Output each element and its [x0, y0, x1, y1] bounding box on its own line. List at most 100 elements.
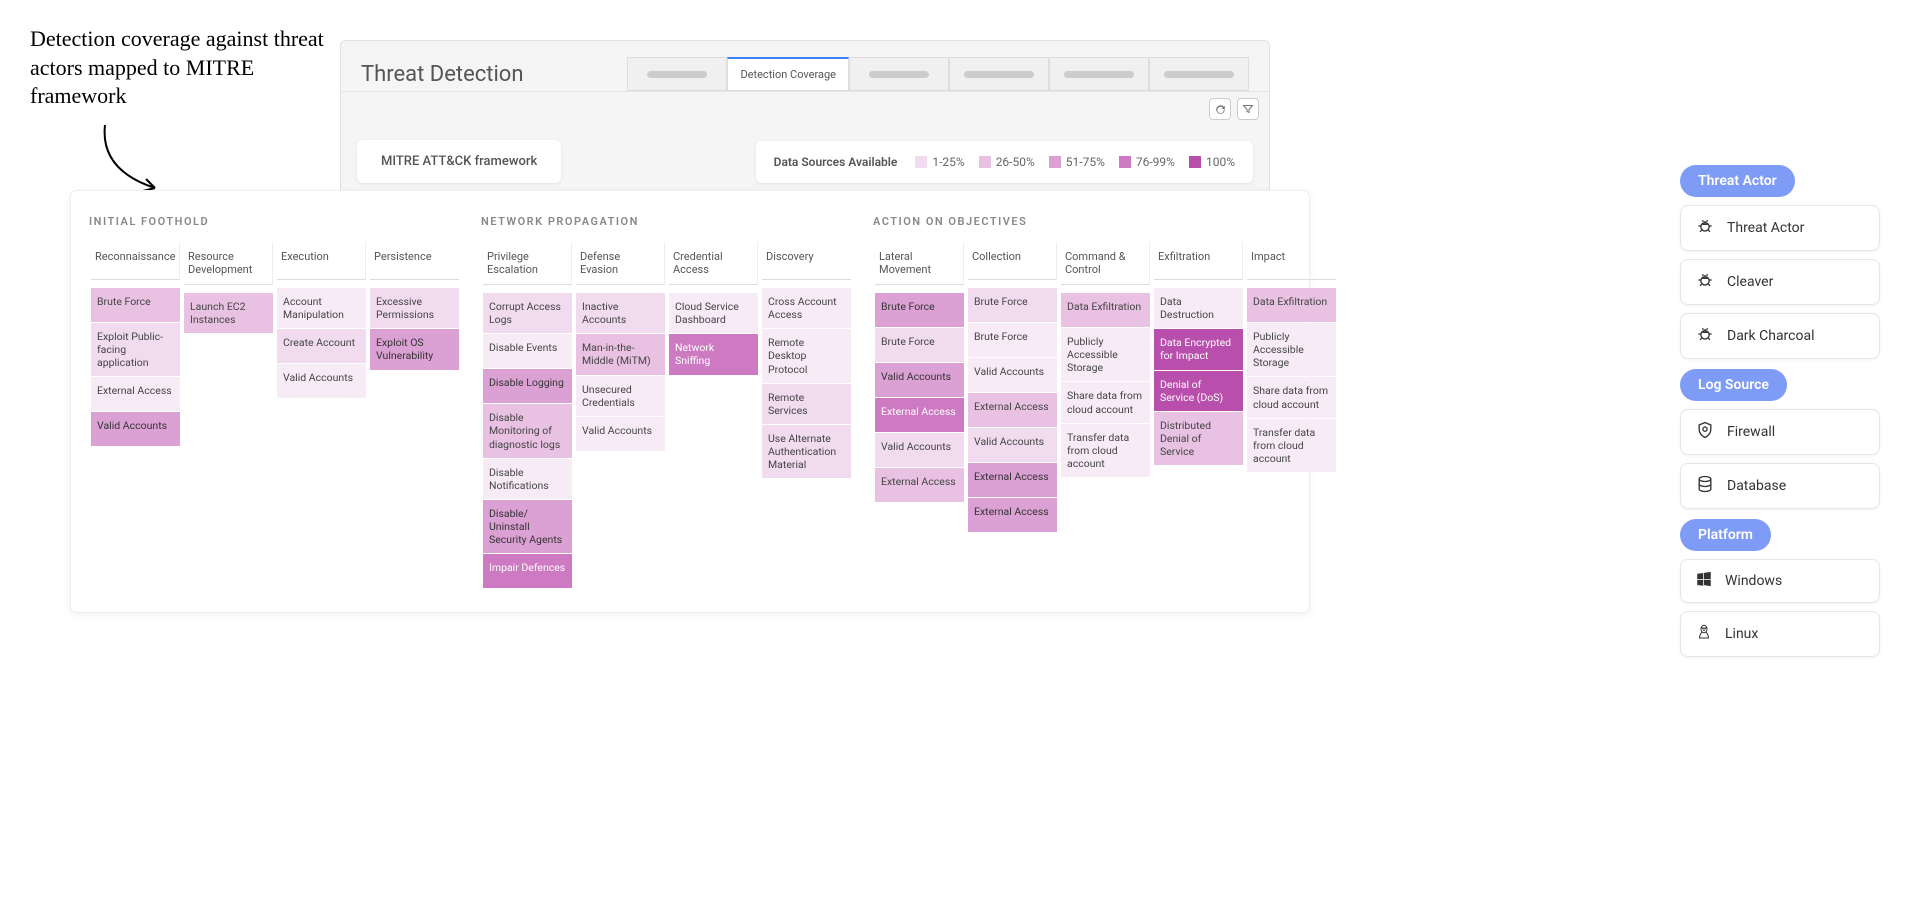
legend-title: Data Sources Available [774, 155, 898, 169]
technique-cell[interactable]: Corrupt Access Logs [483, 293, 572, 333]
technique-cell[interactable]: Valid Accounts [277, 364, 366, 398]
filter-icon [1242, 103, 1254, 115]
technique-cell[interactable]: Create Account [277, 329, 366, 363]
tab-placeholder[interactable] [1049, 57, 1149, 91]
sidebar-filter-item[interactable]: Linux [1680, 611, 1880, 657]
shield-icon [1695, 420, 1715, 444]
technique-cell[interactable]: Valid Accounts [576, 417, 665, 451]
technique-cell[interactable]: Valid Accounts [875, 363, 964, 397]
win-icon [1695, 570, 1713, 592]
technique-cell[interactable]: Brute Force [968, 288, 1057, 322]
technique-cell[interactable]: Network Sniffing [669, 334, 758, 374]
technique-cell[interactable]: Share data from cloud account [1247, 377, 1336, 417]
sidebar-item-label: Linux [1725, 626, 1758, 642]
filter-button[interactable] [1237, 98, 1259, 120]
technique-cell[interactable]: Cloud Service Dashboard [669, 293, 758, 333]
technique-cell[interactable]: Disable Logging [483, 369, 572, 403]
technique-cell[interactable]: Transfer data from cloud account [1247, 419, 1336, 472]
mitre-matrix: INITIAL FOOTHOLD ReconnaissanceBrute Forc… [70, 190, 1310, 613]
sidebar-filter-item[interactable]: Windows [1680, 559, 1880, 603]
technique-cell[interactable]: External Access [875, 468, 964, 502]
technique-cell[interactable]: Denial of Service (DoS) [1154, 371, 1243, 411]
tab-placeholder[interactable] [627, 57, 727, 91]
technique-cell[interactable]: Valid Accounts [91, 412, 180, 446]
technique-cell[interactable]: External Access [875, 398, 964, 432]
sidebar-filter-item[interactable]: Cleaver [1680, 259, 1880, 305]
framework-chip[interactable]: MITRE ATT&CK framework [357, 140, 561, 183]
technique-cell[interactable]: Cross Account Access [762, 288, 851, 328]
bug-icon [1695, 324, 1715, 348]
tactic-column: Defense Evasion Inactive AccountsMan-in-t… [574, 242, 667, 588]
phase-title: ACTION ON OBJECTIVES [873, 215, 1338, 228]
technique-cell[interactable]: Brute Force [875, 293, 964, 327]
technique-cell[interactable]: Remote Desktop Protocol [762, 329, 851, 382]
tactic-header: Execution [277, 242, 366, 280]
technique-cell[interactable]: Remote Services [762, 384, 851, 424]
technique-cell[interactable]: Unsecured Credentials [576, 376, 665, 416]
tactic-column: ReconnaissanceBrute ForceExploit Public-… [89, 242, 182, 446]
technique-cell[interactable]: Data Exfiltration [1247, 288, 1336, 322]
sidebar-item-label: Database [1727, 478, 1786, 494]
tab-placeholder[interactable] [849, 57, 949, 91]
technique-cell[interactable]: Disable/ Uninstall Security Agents [483, 500, 572, 553]
sidebar-filter-item[interactable]: Database [1680, 463, 1880, 509]
tab-detection-coverage[interactable]: Detection Coverage [727, 57, 849, 91]
technique-cell[interactable]: Disable Notifications [483, 459, 572, 499]
annotation-arrow-icon [95, 120, 185, 200]
linux-icon [1695, 622, 1713, 646]
technique-cell[interactable]: Brute Force [91, 288, 180, 322]
legend-item: 100% [1189, 155, 1235, 169]
technique-cell[interactable]: External Access [968, 393, 1057, 427]
technique-cell[interactable]: Disable Monitoring of diagnostic logs [483, 404, 572, 457]
technique-cell[interactable]: Data Exfiltration [1061, 293, 1150, 327]
technique-cell[interactable]: External Access [968, 463, 1057, 497]
technique-cell[interactable]: Publicly Accessible Storage [1247, 323, 1336, 376]
sidebar-item-label: Windows [1725, 573, 1782, 589]
tactic-column: CollectionBrute ForceBrute ForceValid Ac… [966, 242, 1059, 532]
sidebar-filter-item[interactable]: Threat Actor [1680, 205, 1880, 251]
phase: INITIAL FOOTHOLD ReconnaissanceBrute Forc… [89, 215, 461, 588]
technique-cell[interactable]: Publicly Accessible Storage [1061, 328, 1150, 381]
tab-placeholder[interactable] [949, 57, 1049, 91]
technique-cell[interactable]: Excessive Permissions [370, 288, 459, 328]
technique-cell[interactable]: Valid Accounts [968, 428, 1057, 462]
technique-cell[interactable]: Exploit OS Vulnerability [370, 329, 459, 369]
technique-cell[interactable]: Man-in-the-Middle (MiTM) [576, 334, 665, 374]
technique-cell[interactable]: Valid Accounts [968, 358, 1057, 392]
tab-bar: Detection Coverage [627, 57, 1249, 91]
tactic-header: Command & Control [1061, 242, 1150, 285]
tactic-column: PersistenceExcessive PermissionsExploit … [368, 242, 461, 446]
legend: Data Sources Available 1-25% 26-50% 51-7… [756, 141, 1253, 183]
technique-cell[interactable]: Data Destruction [1154, 288, 1243, 328]
tactic-header: Defense Evasion [576, 242, 665, 285]
tactic-header: Impact [1247, 242, 1336, 280]
sidebar-filter-item[interactable]: Firewall [1680, 409, 1880, 455]
page-title: Threat Detection [361, 62, 524, 87]
technique-cell[interactable]: Share data from cloud account [1061, 382, 1150, 422]
technique-cell[interactable]: Disable Events [483, 334, 572, 368]
tactic-column: ExfiltrationData DestructionData Encrypt… [1152, 242, 1245, 532]
tab-placeholder[interactable] [1149, 57, 1249, 91]
technique-cell[interactable]: Distributed Denial of Service [1154, 412, 1243, 465]
sidebar-group-label: Platform [1680, 519, 1771, 551]
refresh-button[interactable] [1209, 98, 1231, 120]
sidebar-group-label: Threat Actor [1680, 165, 1795, 197]
technique-cell[interactable]: Transfer data from cloud account [1061, 424, 1150, 477]
technique-cell[interactable]: Brute Force [875, 328, 964, 362]
technique-cell[interactable]: External Access [968, 498, 1057, 532]
tactic-header: Discovery [762, 242, 851, 280]
technique-cell[interactable]: Brute Force [968, 323, 1057, 357]
tactic-column: Execution Account ManipulationCreate Acco… [275, 242, 368, 446]
technique-cell[interactable]: Launch EC2 Instances [184, 293, 273, 333]
technique-cell[interactable]: Account Manipulation [277, 288, 366, 328]
tactic-column: Impact Data ExfiltrationPublicly Accessib… [1245, 242, 1338, 532]
technique-cell[interactable]: External Access [91, 377, 180, 411]
technique-cell[interactable]: Use Alternate Authentication Material [762, 425, 851, 478]
phase-title: INITIAL FOOTHOLD [89, 215, 461, 228]
technique-cell[interactable]: Impair Defences [483, 554, 572, 588]
technique-cell[interactable]: Inactive Accounts [576, 293, 665, 333]
technique-cell[interactable]: Exploit Public-facing application [91, 323, 180, 376]
technique-cell[interactable]: Valid Accounts [875, 433, 964, 467]
sidebar-filter-item[interactable]: Dark Charcoal [1680, 313, 1880, 359]
technique-cell[interactable]: Data Encrypted for Impact [1154, 329, 1243, 369]
